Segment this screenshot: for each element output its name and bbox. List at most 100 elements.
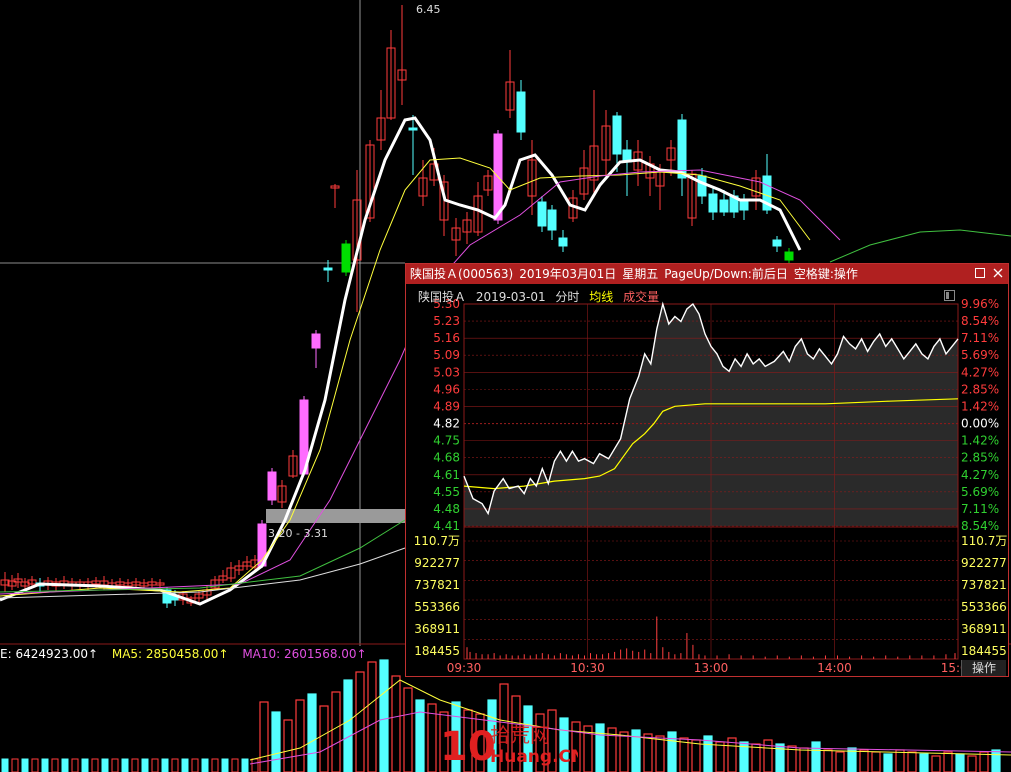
time-tick-label: 09:30 [447,661,482,675]
volume-bar [331,691,341,772]
volume-bar [811,741,821,772]
candle-body [708,193,718,213]
volume-tick-label-left: 922277 [414,556,460,570]
volume-tick-label-right: 737821 [961,578,1007,592]
volume-bar [81,758,89,772]
percent-tick-label: 9.96% [961,297,999,311]
candle-body [784,251,794,261]
watermark-logo: 10 拾荒网 Huang.CN [440,723,578,770]
volume-bar [319,705,329,772]
price-tick-label: 4.82 [433,417,460,431]
volume-bar [71,758,79,772]
candle-body [719,199,729,213]
volume-bar [895,749,905,772]
percent-tick-label: 4.27% [961,468,999,482]
volume-bar [715,741,725,772]
volume-tick-label-left: 368911 [414,622,460,636]
subhead-vol-legend: 成交量 [623,290,660,304]
volume-bar [283,719,293,772]
percent-tick-label: 8.54% [961,314,999,328]
volume-bar [883,753,893,772]
candle-body [537,201,547,227]
volume-bar [131,758,139,772]
volume-bar [991,749,1001,772]
price-tick-label: 4.68 [433,451,460,465]
operate-button[interactable]: 操作 [961,660,1006,676]
volume-bar [979,751,989,772]
percent-tick-label: 8.54% [961,519,999,533]
percent-tick-label: 7.11% [961,502,999,516]
volume-bar [91,758,99,772]
percent-tick-label: 0.00% [961,417,999,431]
time-tick-label: 10:30 [570,661,605,675]
volume-bar [221,758,229,772]
volume-bar [241,758,249,772]
svg-text:拾荒网: 拾荒网 [490,723,550,747]
svg-text:Huang.CN: Huang.CN [490,747,578,767]
volume-bar [943,751,953,772]
percent-tick-label: 1.42% [961,434,999,448]
candle-body [267,471,277,501]
volume-tick-label-left: 110.7万 [414,534,460,548]
volume-bar [201,758,209,772]
svg-text:10: 10 [440,724,496,770]
volume-bar [931,755,941,772]
volume-bar [31,758,39,772]
price-tick-label: 4.55 [433,485,460,499]
intraday-popup[interactable]: 陕国投Ａ(000563) 2019年03月01日 星期五 PageUp/Down:前后… [405,263,1009,677]
volume-bar [111,758,119,772]
volume-bar [919,753,929,772]
intraday-chart[interactable]: 5.305.235.165.095.034.964.894.824.754.68… [406,264,1008,676]
popup-subheader: 陕国投Ａ 2019-03-01 分时 均线 成交量 [418,288,665,305]
volume-bar [1,758,9,772]
volume-bar [307,693,317,772]
volume-bar [907,751,917,772]
price-tick-label: 5.23 [433,314,460,328]
volume-bar [121,758,129,772]
volume-bar [595,723,605,772]
volume-bar [101,758,109,772]
price-tick-label: 5.09 [433,348,460,362]
percent-tick-label: 4.27% [961,365,999,379]
volume-bar [859,749,869,772]
time-tick-label: 14:00 [817,661,852,675]
volume-bar [655,735,665,772]
price-range-label: 3.20 - 3.31 [268,527,328,540]
volume-bar [703,735,713,772]
candle-body [341,243,351,273]
volume-bar [355,671,365,772]
percent-tick-label: 5.69% [961,348,999,362]
candle-body [677,119,687,179]
volume-bar [967,755,977,772]
volume-indicator-info: E: 6424923.00↑ MA5: 2850458.00↑ MA10: 26… [0,647,377,661]
volume-bar [251,758,259,772]
volume-bar [643,733,653,772]
time-tick-label: 13:00 [694,661,729,675]
volume-bar [415,699,425,772]
percent-tick-label: 2.85% [961,382,999,396]
volume-bar [181,758,189,772]
volume-bar [11,758,19,772]
candle-body [408,127,418,131]
volume-bar [799,747,809,772]
volume-bar [51,758,59,772]
volume-tick-label-left: 553366 [414,600,460,614]
ma60-line-right [829,229,1011,263]
subhead-avg-legend: 均线 [589,290,614,304]
panel-toggle-icon[interactable] [944,290,955,301]
peak-price-label: 6.45 [416,3,441,16]
volume-bar [679,737,689,772]
percent-tick-label: 1.42% [961,399,999,413]
volume-bar [295,699,305,772]
volume-bar [141,758,149,772]
volume-bar [41,758,49,772]
volume-bar [619,731,629,772]
candle-body [311,333,321,349]
volume-bar [751,743,761,772]
candle-body [558,237,568,247]
price-tick-label: 4.89 [433,399,460,413]
volume-tick-label-left: 184455 [414,644,460,658]
volume-bar [403,687,413,772]
volume-bar [367,661,377,772]
candle-body [516,91,526,133]
